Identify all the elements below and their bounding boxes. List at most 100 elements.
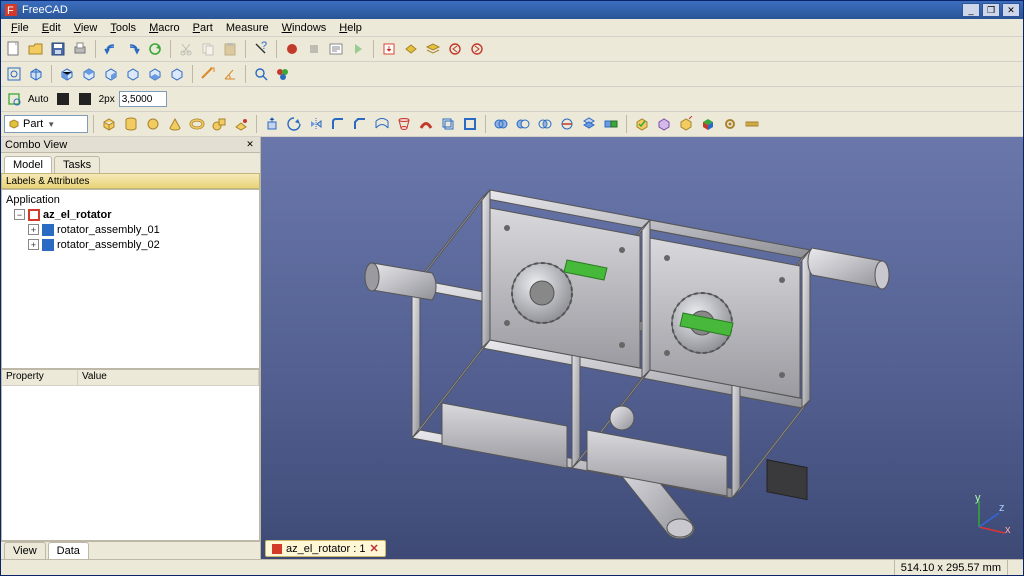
front-view-button[interactable] [57, 64, 77, 84]
revolve-button[interactable] [284, 114, 304, 134]
offset-button[interactable] [438, 114, 458, 134]
layers-icon[interactable] [423, 39, 443, 59]
bottom-view-button[interactable] [145, 64, 165, 84]
rear-view-button[interactable] [123, 64, 143, 84]
zoom-all-button[interactable] [4, 64, 24, 84]
search-icon[interactable] [251, 64, 271, 84]
macro-run-button[interactable] [348, 39, 368, 59]
menu-tools[interactable]: Tools [104, 21, 142, 35]
tab-view[interactable]: View [4, 542, 46, 559]
tree-root[interactable]: Application [4, 192, 257, 207]
import-button[interactable] [654, 114, 674, 134]
fillet-button[interactable] [328, 114, 348, 134]
boolean-cut-button[interactable] [513, 114, 533, 134]
download-button[interactable] [379, 39, 399, 59]
tab-tasks[interactable]: Tasks [54, 156, 100, 173]
menu-part[interactable]: Part [187, 21, 219, 35]
collapse-icon[interactable]: − [14, 209, 25, 220]
part-box-button[interactable] [99, 114, 119, 134]
extrude-button[interactable] [262, 114, 282, 134]
shape-builder-button[interactable] [231, 114, 251, 134]
compound-button[interactable] [601, 114, 621, 134]
export-button[interactable] [676, 114, 696, 134]
menu-help[interactable]: Help [333, 21, 368, 35]
save-button[interactable] [48, 39, 68, 59]
line-width-input[interactable] [119, 91, 167, 107]
bound-box-button[interactable] [4, 89, 24, 109]
redo-button[interactable] [123, 39, 143, 59]
close-tab-icon[interactable]: ✕ [370, 542, 379, 555]
open-doc-button[interactable] [26, 39, 46, 59]
menu-view[interactable]: View [68, 21, 104, 35]
appearance-button[interactable] [273, 64, 293, 84]
close-button[interactable]: ✕ [1002, 3, 1020, 17]
check-geometry-button[interactable] [632, 114, 652, 134]
tree-document[interactable]: − az_el_rotator [4, 207, 257, 222]
macro-stop-button[interactable] [304, 39, 324, 59]
document-tab[interactable]: az_el_rotator : 1 ✕ [265, 540, 386, 557]
expand-icon[interactable]: + [28, 239, 39, 250]
menu-macro[interactable]: Macro [143, 21, 186, 35]
tab-model[interactable]: Model [4, 156, 52, 173]
iso-view-button[interactable] [26, 64, 46, 84]
part-cone-button[interactable] [165, 114, 185, 134]
part-sphere-button[interactable] [143, 114, 163, 134]
sweep-button[interactable] [416, 114, 436, 134]
property-col-header[interactable]: Property [2, 370, 78, 385]
menu-measure[interactable]: Measure [220, 21, 275, 35]
menu-file[interactable]: FFileile [5, 21, 35, 35]
color-picker-button-2[interactable] [75, 89, 95, 109]
property-body[interactable] [2, 386, 259, 540]
model-tree[interactable]: Application − az_el_rotator + rotator_as… [1, 189, 260, 369]
thickness-button[interactable] [460, 114, 480, 134]
menu-edit[interactable]: Edit [36, 21, 67, 35]
loft-button[interactable] [394, 114, 414, 134]
right-view-button[interactable] [101, 64, 121, 84]
menubar: FFileile Edit View Tools Macro Part Meas… [1, 19, 1023, 37]
part-torus-button[interactable] [187, 114, 207, 134]
axis-z-label: z [999, 502, 1005, 514]
value-col-header[interactable]: Value [78, 370, 259, 385]
cross-sections-button[interactable] [579, 114, 599, 134]
workbench-selector[interactable]: Part ▼ [4, 115, 88, 133]
section-button[interactable] [557, 114, 577, 134]
mirror-button[interactable] [306, 114, 326, 134]
tab-data[interactable]: Data [48, 542, 89, 559]
cut-button[interactable] [176, 39, 196, 59]
undo-button[interactable] [101, 39, 121, 59]
paste-button[interactable] [220, 39, 240, 59]
whats-this-button[interactable]: ? [251, 39, 271, 59]
ruled-surface-button[interactable] [372, 114, 392, 134]
tree-item-1[interactable]: + rotator_assembly_01 [4, 222, 257, 237]
part-design-icon[interactable] [401, 39, 421, 59]
3d-viewport[interactable]: x y z az_el_rotator : 1 ✕ [261, 137, 1023, 559]
color-per-face-button[interactable] [698, 114, 718, 134]
minimize-button[interactable]: _ [962, 3, 980, 17]
model-render [261, 137, 1023, 559]
print-button[interactable] [70, 39, 90, 59]
boolean-common-button[interactable] [535, 114, 555, 134]
menu-windows[interactable]: Windows [276, 21, 333, 35]
gear-icon[interactable] [720, 114, 740, 134]
refresh-button[interactable] [145, 39, 165, 59]
chamfer-button[interactable] [350, 114, 370, 134]
nav-next-icon[interactable] [467, 39, 487, 59]
boolean-union-button[interactable] [491, 114, 511, 134]
expand-icon[interactable]: + [28, 224, 39, 235]
macro-list-button[interactable] [326, 39, 346, 59]
measure-clear-button[interactable] [742, 114, 762, 134]
top-view-button[interactable] [79, 64, 99, 84]
measure-linear-button[interactable] [198, 64, 218, 84]
measure-angle-button[interactable] [220, 64, 240, 84]
tree-item-2[interactable]: + rotator_assembly_02 [4, 237, 257, 252]
left-view-button[interactable] [167, 64, 187, 84]
part-primitives-button[interactable] [209, 114, 229, 134]
panel-close-icon[interactable]: ✕ [244, 139, 256, 151]
macro-record-button[interactable] [282, 39, 302, 59]
maximize-button[interactable]: ❐ [982, 3, 1000, 17]
part-cylinder-button[interactable] [121, 114, 141, 134]
nav-prev-icon[interactable] [445, 39, 465, 59]
color-picker-button[interactable] [53, 89, 73, 109]
new-doc-button[interactable] [4, 39, 24, 59]
copy-button[interactable] [198, 39, 218, 59]
